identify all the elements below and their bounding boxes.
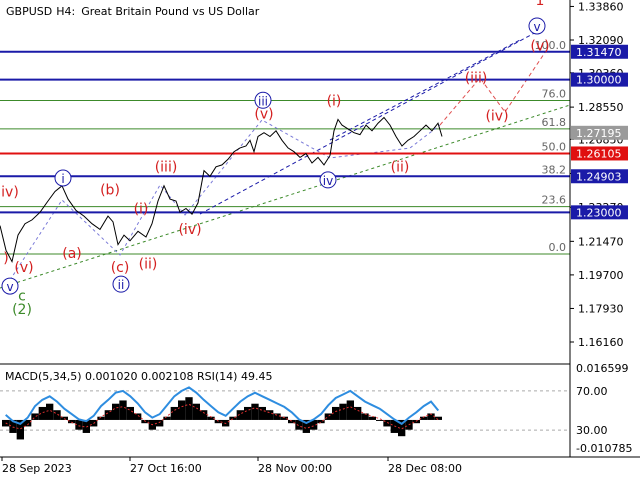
macd-bar	[258, 406, 266, 420]
macd-bar	[53, 410, 61, 420]
wave-label: (c)	[111, 260, 130, 276]
price-tick-label: 1.33860	[578, 0, 624, 13]
macd-bar	[273, 413, 281, 420]
fib-level-label: 76.0	[542, 87, 567, 100]
chart-header: GBPUSD H4: Great Britain Pound vs US Dolla…	[6, 5, 260, 18]
macd-bar	[185, 397, 193, 420]
macd-bar	[163, 416, 171, 420]
indicator-tick-label: 30.00	[576, 424, 608, 437]
macd-bar	[31, 413, 39, 420]
macd-bar	[251, 403, 259, 420]
chart-canvas: 100.076.061.850.038.223.60.0 1v(v)(iii)(…	[0, 0, 640, 475]
price-tick-label: 1.17930	[578, 302, 624, 315]
macd-bar	[339, 403, 347, 420]
time-tick-label: 28 Dec 08:00	[388, 462, 462, 475]
timeframe-label: H4:	[56, 5, 75, 18]
wave-label: (iv)	[485, 108, 508, 124]
indicator-tick-label: 0.016599	[576, 362, 629, 375]
wave-label: i	[61, 172, 64, 186]
level-tag-label: 1.23000	[576, 206, 622, 219]
macd-bar	[38, 406, 46, 420]
price-panel	[0, 0, 570, 364]
macd-bar	[324, 413, 332, 420]
time-axis-labels: 28 Sep 2023 27 Oct 16:00 28 Nov 00:00 28 De…	[1, 457, 462, 475]
macd-bar	[104, 410, 112, 420]
macd-bar	[434, 416, 442, 420]
price-tick-label: 1.21470	[578, 235, 624, 248]
level-tag-label: 1.24903	[576, 170, 622, 183]
macd-bar	[266, 410, 274, 420]
macd-bar	[119, 400, 127, 420]
macd-bar	[346, 400, 354, 420]
wave-label: (2)	[12, 302, 32, 318]
fib-level-label: 50.0	[542, 140, 567, 153]
wave-label: (b)	[100, 182, 120, 198]
macd-bar	[200, 410, 208, 420]
indicator-label: MACD(5,34,5) 0.001020 0.002108 RSI(14) 4…	[5, 370, 272, 383]
price-tick-label: 1.19700	[578, 269, 624, 282]
time-tick-label: 27 Oct 16:00	[130, 462, 202, 475]
macd-bar	[178, 400, 186, 420]
wave-label: (iii)	[465, 71, 488, 87]
fib-level-label: 38.2	[542, 163, 567, 176]
wave-label: v	[6, 280, 13, 294]
macd-bar	[368, 416, 376, 420]
macd-bar	[170, 406, 178, 420]
macd-bar	[46, 403, 54, 420]
wave-label: iv	[323, 174, 333, 188]
wave-label: (iv)	[178, 222, 201, 238]
wave-label: iv)	[1, 184, 19, 200]
time-tick-label: 28 Sep 2023	[2, 462, 72, 475]
wave-label: (iii)	[155, 160, 178, 176]
macd-bar	[134, 413, 142, 420]
wave-label: (v)	[254, 107, 273, 123]
indicator-tick-label: -0.010785	[576, 442, 632, 455]
symbol-label: GBPUSD	[6, 5, 52, 18]
price-tick-label: 1.28550	[578, 101, 624, 114]
macd-bar	[376, 419, 384, 421]
indicator-axis-ticks: 0.016599 70.00 30.00 -0.010785	[576, 362, 632, 455]
fib-level-label: 61.8	[542, 116, 567, 129]
time-tick-label: 28 Nov 00:00	[258, 462, 332, 475]
wave-label: (v)	[530, 38, 549, 54]
wave-label: v	[533, 20, 540, 34]
wave-label: (ii)	[139, 256, 158, 272]
wave-label: )	[3, 251, 8, 267]
macd-bar	[156, 419, 164, 427]
wave-label: (i)	[134, 201, 149, 217]
macd-bar	[244, 406, 252, 420]
price-tick-label: 1.16160	[578, 336, 624, 349]
level-tag-label: 1.31470	[576, 46, 622, 59]
level-tag-label: 1.26105	[576, 147, 622, 160]
wave-label: ii	[118, 278, 125, 292]
instrument-description: Great Britain Pound vs US Dollar	[81, 5, 260, 18]
macd-bar	[126, 406, 134, 420]
level-tag-label: 1.27195	[576, 127, 622, 140]
indicator-tick-label: 70.00	[576, 385, 608, 398]
wave-label: (i)	[327, 93, 342, 109]
fib-level-label: 0.0	[549, 241, 567, 254]
indicator-panel	[0, 386, 570, 440]
fib-level-label: 23.6	[542, 194, 567, 207]
wave-label: (ii)	[391, 160, 410, 176]
level-tag-label: 1.30000	[576, 74, 622, 87]
macd-signal-line	[5, 403, 439, 430]
wave-label: 1	[536, 0, 545, 9]
macd-bar	[112, 403, 120, 420]
wave-label: (a)	[62, 246, 82, 262]
wave-label: (v)	[14, 260, 33, 276]
